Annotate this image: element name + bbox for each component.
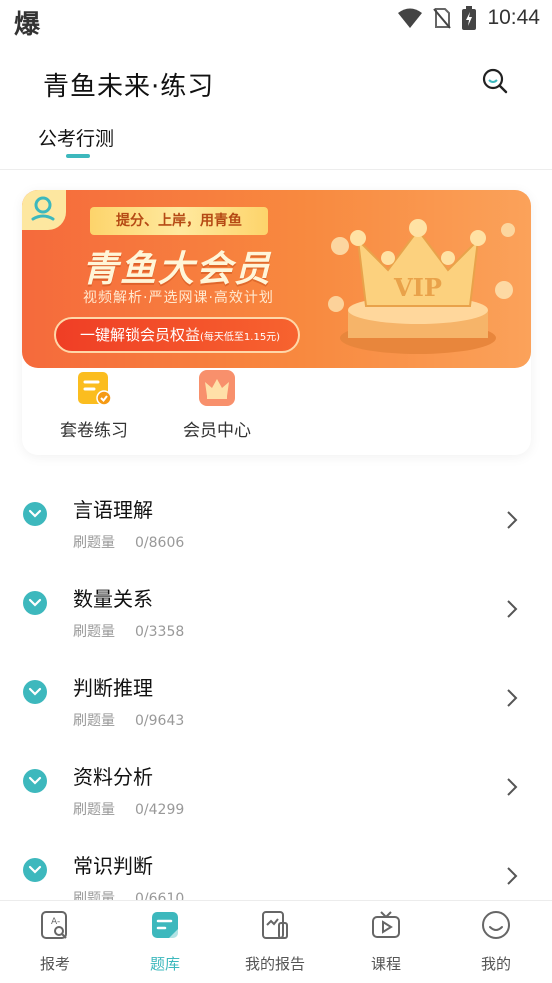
exam-paper-icon xyxy=(76,370,112,406)
shortcut-label: 套卷练习 xyxy=(60,421,128,441)
banner-subtitle: 视频解析·严选网课·高效计划 xyxy=(83,290,274,306)
vip-crown-illustration: VIP xyxy=(328,219,515,354)
meta-label: 刷题量 xyxy=(73,535,115,551)
vip-badge-text: VIP xyxy=(393,273,442,302)
brand-badge xyxy=(22,190,66,230)
chevron-down-icon xyxy=(28,509,42,518)
nav-item-baokao[interactable]: A- 报考 xyxy=(0,909,110,974)
bottom-navigation: A- 报考 题库 我的报告 课程 我的 xyxy=(0,900,552,983)
banner-ribbon: 提分、上岸，用青鱼 xyxy=(90,207,268,235)
status-icons: 10:44 xyxy=(397,6,540,30)
membership-card: 提分、上岸，用青鱼 青鱼大会员 视频解析·严选网课·高效计划 一键解锁会员权益(… xyxy=(22,190,531,455)
nav-item-course[interactable]: 课程 xyxy=(331,909,441,974)
tab-active-indicator xyxy=(66,154,90,158)
page-title: 青鱼未来·练习 xyxy=(43,72,215,102)
banner-title: 青鱼大会员 xyxy=(82,249,273,290)
list-item[interactable]: 资料分析 刷题量 0/4299 xyxy=(0,737,552,826)
list-item[interactable]: 言语理解 刷题量 0/8606 xyxy=(0,470,552,559)
svg-text:A-: A- xyxy=(51,917,60,927)
chevron-right-icon xyxy=(507,689,518,707)
subject-meta: 刷题量 0/4299 xyxy=(73,799,184,819)
status-notification-glyph: 爆 xyxy=(14,10,41,40)
search-icon xyxy=(482,68,508,94)
subject-name: 数量关系 xyxy=(73,587,153,611)
meta-label: 刷题量 xyxy=(73,802,115,818)
chevron-right-icon xyxy=(507,778,518,796)
question-bank-icon xyxy=(152,912,178,938)
chevron-down-icon xyxy=(28,687,42,696)
nav-label: 报考 xyxy=(39,955,70,973)
exam-register-icon: A- xyxy=(41,911,67,939)
chevron-down-icon xyxy=(28,598,42,607)
nav-item-tiku[interactable]: 题库 xyxy=(110,909,220,974)
status-bar: 爆 10:44 xyxy=(0,0,552,40)
chevron-down-icon xyxy=(28,865,42,874)
chevron-right-icon xyxy=(507,600,518,618)
chevron-down-icon xyxy=(28,776,42,785)
nav-label: 课程 xyxy=(370,955,401,973)
question-count: 0/4299 xyxy=(135,802,185,818)
app-header: 青鱼未来·练习 xyxy=(0,52,552,114)
nav-label: 题库 xyxy=(149,955,180,973)
profile-icon xyxy=(482,911,510,939)
shortcut-label: 会员中心 xyxy=(183,421,251,441)
subject-name: 常识判断 xyxy=(73,854,153,878)
report-icon xyxy=(262,911,288,939)
status-time: 10:44 xyxy=(487,6,540,29)
list-item[interactable]: 数量关系 刷题量 0/3358 xyxy=(0,559,552,648)
membership-banner[interactable]: 提分、上岸，用青鱼 青鱼大会员 视频解析·严选网课·高效计划 一键解锁会员权益(… xyxy=(22,190,531,368)
chevron-right-icon xyxy=(507,867,518,885)
battery-charging-icon xyxy=(462,6,477,30)
expand-toggle[interactable] xyxy=(23,769,47,793)
user-avatar-icon xyxy=(31,196,55,221)
subject-meta: 刷题量 0/3358 xyxy=(73,621,184,641)
question-count: 0/8606 xyxy=(135,535,185,551)
subject-name: 判断推理 xyxy=(73,676,153,700)
expand-toggle[interactable] xyxy=(23,680,47,704)
expand-toggle[interactable] xyxy=(23,502,47,526)
nav-label: 我的 xyxy=(480,955,511,973)
nav-item-profile[interactable]: 我的 xyxy=(441,909,551,974)
category-tabs: 公考行测 xyxy=(0,116,552,170)
nav-item-report[interactable]: 我的报告 xyxy=(220,909,330,974)
subject-meta: 刷题量 0/9643 xyxy=(73,710,184,730)
shortcut-exam-practice[interactable]: 套卷练习 xyxy=(39,370,149,441)
subject-name: 言语理解 xyxy=(73,498,153,522)
subject-meta: 刷题量 0/8606 xyxy=(73,532,184,552)
cta-price-note: (每天低至1.15元) xyxy=(200,332,281,343)
meta-label: 刷题量 xyxy=(73,713,115,729)
expand-toggle[interactable] xyxy=(23,591,47,615)
list-item[interactable]: 判断推理 刷题量 0/9643 xyxy=(0,648,552,737)
cta-main-label: 一键解锁会员权益 xyxy=(80,326,201,344)
shortcut-row: 套卷练习 会员中心 xyxy=(22,370,531,450)
tab-gongkao-xingce[interactable]: 公考行测 xyxy=(38,124,114,151)
meta-label: 刷题量 xyxy=(73,624,115,640)
chevron-right-icon xyxy=(507,511,518,529)
crown-icon xyxy=(199,370,235,406)
question-count: 0/3358 xyxy=(135,624,185,640)
search-button[interactable] xyxy=(480,66,510,96)
subject-name: 资料分析 xyxy=(73,765,153,789)
video-course-icon xyxy=(372,911,400,938)
shortcut-member-center[interactable]: 会员中心 xyxy=(162,370,272,441)
expand-toggle[interactable] xyxy=(23,858,47,882)
no-sim-icon xyxy=(433,8,452,29)
unlock-membership-button[interactable]: 一键解锁会员权益(每天低至1.15元) xyxy=(54,317,300,353)
nav-label: 我的报告 xyxy=(244,955,305,973)
wifi-icon xyxy=(398,8,423,28)
question-count: 0/9643 xyxy=(135,713,185,729)
